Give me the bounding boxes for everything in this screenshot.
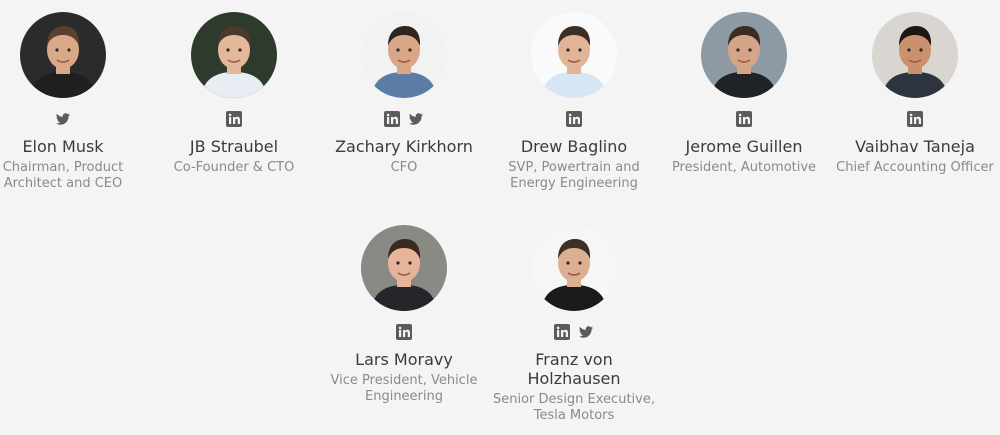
linkedin-icon[interactable]	[907, 111, 923, 127]
twitter-icon[interactable]	[55, 111, 71, 127]
person-role: Co-Founder & CTO	[173, 160, 295, 175]
twitter-icon[interactable]	[408, 111, 424, 127]
person-name: Zachary Kirkhorn	[335, 137, 473, 156]
person-name: Lars Moravy	[355, 350, 453, 369]
person-card: Franz von Holzhausen Senior Design Execut…	[489, 225, 659, 424]
avatar	[191, 12, 277, 98]
person-card: Zachary Kirkhorn CFO	[319, 12, 489, 176]
linkedin-icon[interactable]	[396, 324, 412, 340]
linkedin-icon[interactable]	[226, 111, 242, 127]
person-card: JB Straubel Co-Founder & CTO	[149, 12, 319, 176]
person-name: Jerome Guillen	[685, 137, 803, 156]
person-name: Franz von Holzhausen	[527, 350, 621, 388]
linkedin-icon[interactable]	[736, 111, 752, 127]
social-links	[149, 111, 319, 131]
person-role: President, Automotive	[671, 160, 817, 175]
person-role: CFO	[390, 160, 418, 175]
linkedin-icon[interactable]	[566, 111, 582, 127]
person-role: Vice President, Vehicle Engineering	[330, 373, 478, 404]
team-grid: Elon Musk Chairman, Product Architect and…	[0, 0, 1000, 435]
social-links	[0, 111, 148, 131]
person-card: Lars Moravy Vice President, Vehicle Engin…	[319, 225, 489, 405]
linkedin-icon[interactable]	[554, 324, 570, 340]
avatar	[361, 225, 447, 311]
social-links	[319, 111, 489, 131]
social-links	[659, 111, 829, 131]
twitter-icon[interactable]	[578, 324, 594, 340]
social-links	[489, 324, 659, 344]
avatar	[531, 12, 617, 98]
person-card: Drew Baglino SVP, Powertrain and Energy E…	[489, 12, 659, 192]
person-role: Senior Design Executive, Tesla Motors	[493, 392, 655, 423]
person-name: Drew Baglino	[520, 137, 628, 156]
person-card: Elon Musk Chairman, Product Architect and…	[0, 12, 148, 192]
avatar	[701, 12, 787, 98]
person-name: JB Straubel	[189, 137, 279, 156]
social-links	[830, 111, 1000, 131]
avatar	[20, 12, 106, 98]
avatar	[361, 12, 447, 98]
person-role: Chairman, Product Architect and CEO	[2, 160, 124, 191]
social-links	[319, 324, 489, 344]
linkedin-icon[interactable]	[384, 111, 400, 127]
person-card: Jerome Guillen President, Automotive	[659, 12, 829, 176]
avatar	[872, 12, 958, 98]
social-links	[489, 111, 659, 131]
person-name: Elon Musk	[22, 137, 104, 156]
person-name: Vaibhav Taneja	[855, 137, 975, 156]
person-card: Vaibhav Taneja Chief Accounting Officer	[830, 12, 1000, 176]
person-role: Chief Accounting Officer	[836, 160, 994, 175]
person-role: SVP, Powertrain and Energy Engineering	[508, 160, 640, 191]
avatar	[531, 225, 617, 311]
